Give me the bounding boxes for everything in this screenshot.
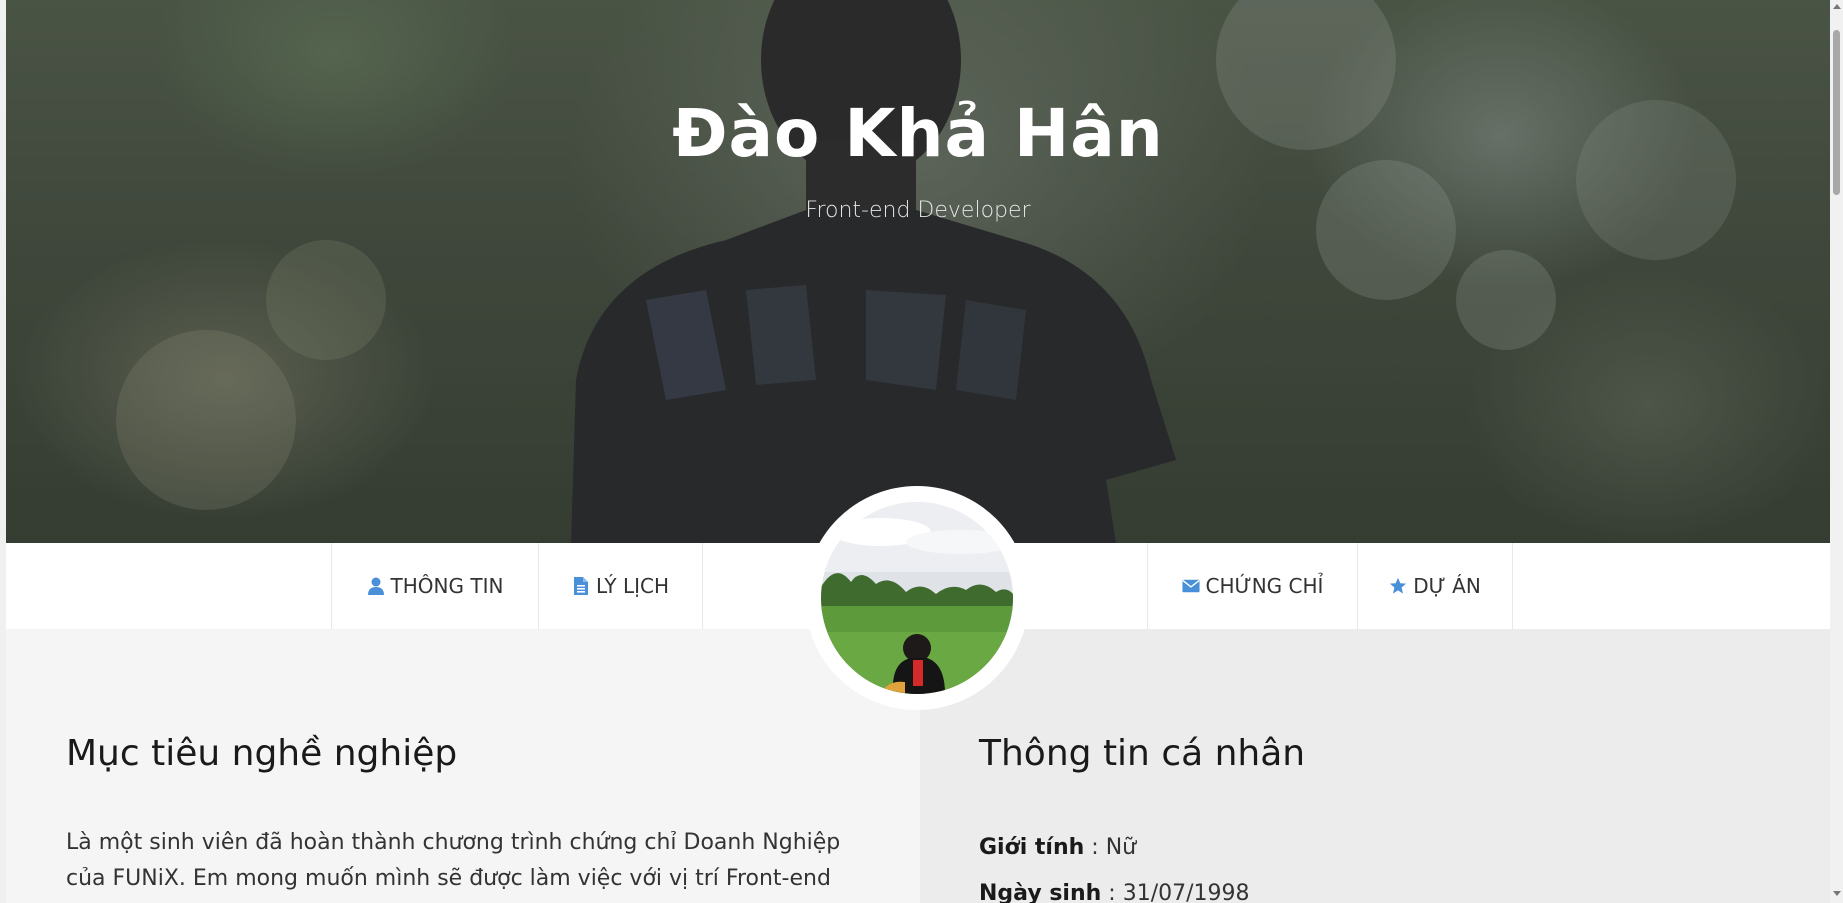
avatar-ring	[805, 486, 1029, 710]
info-separator: :	[1084, 835, 1106, 860]
star-icon	[1390, 577, 1407, 594]
info-label-gender: Giới tính	[979, 835, 1085, 860]
avatar-photo	[821, 502, 1013, 694]
document-icon	[573, 577, 588, 595]
avatar	[821, 502, 1013, 694]
info-separator: :	[1101, 881, 1123, 903]
scroll-up-arrow-icon[interactable]	[1833, 4, 1841, 9]
info-value-gender: Nữ	[1105, 835, 1137, 860]
nav-item-thong-tin[interactable]: THÔNG TIN	[331, 543, 538, 629]
info-row-gender: Giới tính : Nữ	[979, 835, 1136, 860]
page-scrollbar[interactable]	[1830, 0, 1843, 903]
nav-label-ly-lich: LÝ LỊCH	[595, 574, 670, 598]
career-objective-text: Là một sinh viên đã hoàn thành chương tr…	[66, 830, 841, 891]
hero-overlay	[6, 0, 1830, 543]
hero-name: Đào Khả Hân	[672, 95, 1164, 172]
personal-info-section: Thông tin cá nhân Giới tính : Nữ Ngày si…	[920, 629, 1830, 903]
career-objective-title: Mục tiêu nghề nghiệp	[66, 733, 458, 774]
info-label-birthdate: Ngày sinh	[979, 881, 1102, 903]
hero-role: Front-end Developer	[805, 198, 1031, 223]
user-icon	[367, 577, 384, 595]
page: Đào Khả Hân Front-end Developer THÔNG TI…	[0, 0, 1843, 903]
nav-label-thong-tin: THÔNG TIN	[390, 574, 504, 598]
nav-item-du-an[interactable]: DỰ ÁN	[1357, 543, 1512, 629]
info-row-birthdate: Ngày sinh : 31/07/1998	[979, 881, 1250, 903]
envelope-icon	[1181, 579, 1200, 593]
nav-label-chung-chi: CHỨNG CHỈ	[1205, 574, 1324, 598]
personal-info-title: Thông tin cá nhân	[979, 733, 1306, 774]
info-value-birthdate: 31/07/1998	[1122, 881, 1250, 903]
scrollbar-thumb[interactable]	[1833, 30, 1840, 195]
hero-banner: Đào Khả Hân Front-end Developer	[6, 0, 1830, 543]
career-objective-section: Mục tiêu nghề nghiệp Là một sinh viên đã…	[6, 629, 920, 903]
nav-item-chung-chi[interactable]: CHỨNG CHỈ	[1147, 543, 1357, 629]
nav-label-du-an: DỰ ÁN	[1413, 574, 1481, 598]
scroll-down-arrow-icon[interactable]	[1833, 891, 1841, 896]
nav-divider	[1512, 543, 1513, 629]
nav-item-ly-lich[interactable]: LÝ LỊCH	[538, 543, 702, 629]
nav-divider	[702, 543, 703, 629]
